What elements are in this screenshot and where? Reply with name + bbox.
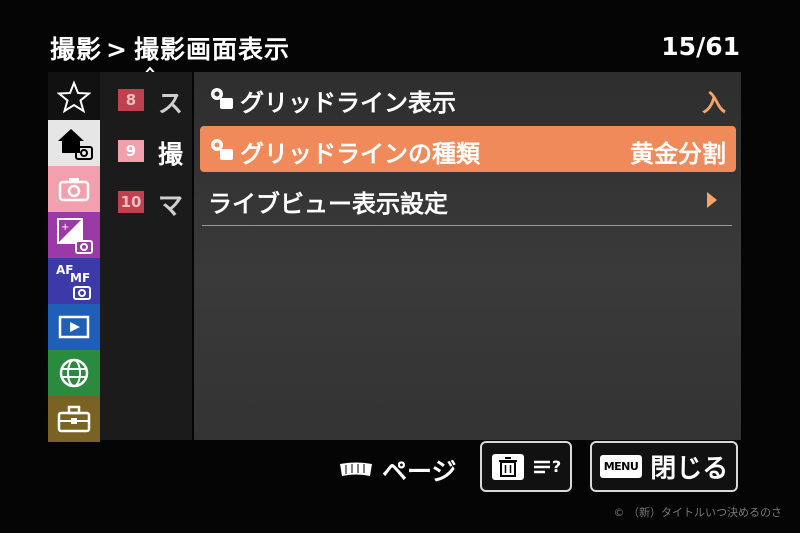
- help-list-icon: ?: [533, 457, 561, 476]
- sub-index-number: 10: [118, 191, 144, 213]
- menu-item-live-view-display[interactable]: ライブビュー表示設定: [200, 176, 736, 222]
- breadcrumb-root: 撮影: [50, 35, 103, 64]
- menu-item-label: グリッドラインの種類: [240, 140, 480, 168]
- camera-menu-screen: 撮影 > 撮影画面表示 15/61 + AF MF 8 ス 9 撮 10 マ グ…: [0, 0, 800, 533]
- sub-index-item[interactable]: 10 マ: [100, 182, 192, 222]
- sub-index-label: ス: [158, 89, 184, 118]
- menu-item-label: ライブビュー表示設定: [208, 190, 448, 218]
- page-label: ページ: [382, 457, 457, 486]
- close-label: 閉じる: [650, 454, 729, 484]
- menu-item-grid-line-display[interactable]: グリッドライン表示 入: [200, 75, 736, 121]
- control-wheel-icon: [340, 462, 372, 476]
- list-divider: [202, 225, 732, 226]
- home-camera-icon: [58, 129, 93, 160]
- breadcrumb: 撮影 > 撮影画面表示: [50, 30, 290, 66]
- page-navigation-hint: ページ: [338, 452, 457, 488]
- category-tab-network[interactable]: [48, 350, 100, 396]
- menu-key-badge: MENU: [599, 455, 643, 478]
- watermark: © （新）タイトルいつ決めるのさ: [613, 506, 783, 519]
- menu-item-value: 黄金分割: [630, 140, 726, 168]
- sub-index-column: 8 ス 9 撮 10 マ: [100, 72, 192, 440]
- sub-index-label: マ: [158, 191, 184, 220]
- af-mf-camera-icon: AFMF: [56, 263, 91, 300]
- svg-text:MF: MF: [70, 271, 90, 285]
- category-tab-main[interactable]: [48, 120, 100, 166]
- chevron-right-icon: [707, 192, 717, 208]
- sub-index-number: 9: [118, 140, 144, 162]
- sub-index-label: 撮: [158, 140, 184, 169]
- toolbox-icon: [57, 405, 91, 433]
- camera-icon: [58, 178, 90, 202]
- exposure-camera-icon: +: [57, 218, 93, 254]
- camera-settings-icon: [211, 139, 233, 160]
- category-tab-focus[interactable]: AF MF: [48, 258, 100, 304]
- svg-text:+: +: [61, 222, 69, 233]
- sub-index-number: 8: [118, 89, 144, 111]
- category-tab-exposure[interactable]: +: [48, 212, 100, 258]
- delete-help-button[interactable]: ?: [480, 441, 572, 492]
- menu-list: グリッドライン表示 入 グリッドラインの種類 黄金分割 ライブビュー表示設定: [194, 72, 741, 440]
- category-tab-setup[interactable]: [48, 396, 100, 442]
- help-question-mark: ?: [551, 457, 562, 476]
- breadcrumb-separator: >: [106, 35, 128, 64]
- menu-item-grid-line-type[interactable]: グリッドラインの種類 黄金分割: [200, 126, 736, 172]
- camera-settings-icon: [211, 88, 233, 109]
- category-tab-playback[interactable]: [48, 304, 100, 350]
- sub-index-item[interactable]: 8 ス: [100, 80, 192, 120]
- globe-icon: [59, 358, 89, 388]
- menu-item-label: グリッドライン表示: [240, 89, 456, 117]
- trash-icon: [491, 453, 524, 480]
- sub-index-item-active[interactable]: 9 撮: [100, 131, 192, 171]
- category-bar: + AF MF: [48, 72, 100, 442]
- breadcrumb-current: 撮影画面表示: [133, 35, 290, 64]
- playback-icon: [58, 315, 90, 339]
- close-button[interactable]: MENU 閉じる: [590, 441, 738, 492]
- star-icon: [57, 80, 91, 114]
- page-indicator: 15/61: [661, 32, 740, 61]
- category-tab-my-menu[interactable]: [48, 74, 100, 120]
- menu-item-value: 入: [702, 89, 726, 117]
- category-tab-shooting[interactable]: [48, 166, 100, 212]
